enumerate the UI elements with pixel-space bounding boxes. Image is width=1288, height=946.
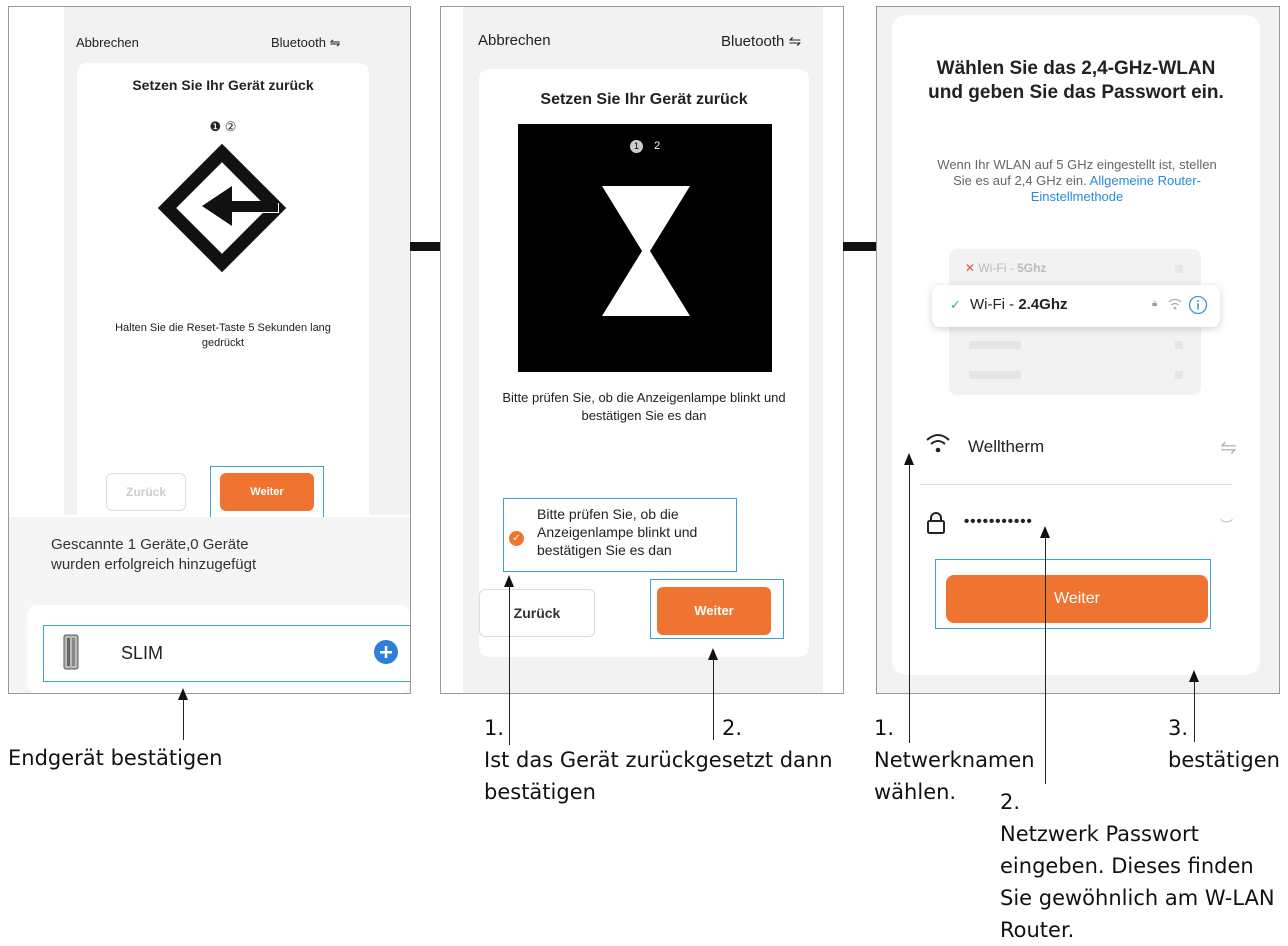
annotation-network-name: Netwerknamen wählen. <box>874 748 1035 804</box>
annotation-confirm: bestätigen <box>1168 748 1280 772</box>
annotation-num-3: 3. <box>1168 716 1189 740</box>
wifi-small-icon <box>1168 298 1182 310</box>
lock-icon <box>927 512 945 534</box>
placeholder-square <box>1175 265 1183 273</box>
screen-3: Wählen Sie das 2,4-GHz-WLAN und geben Si… <box>876 6 1280 694</box>
wifi-5ghz-band: 5Ghz <box>1017 261 1047 275</box>
lock-small-icon: 🔒︎ <box>1152 298 1158 309</box>
info-circle-icon <box>1188 295 1208 315</box>
step-next: 2 <box>654 140 661 152</box>
check-icon: ✓ <box>950 297 961 312</box>
cancel-link[interactable]: Abbrechen <box>478 32 551 49</box>
blink-animation: 1 2 <box>518 124 772 372</box>
cancel-link[interactable]: Abbrechen <box>76 35 139 50</box>
pointer-line <box>713 658 714 740</box>
step-active: 1 <box>630 140 643 153</box>
next-button-highlight <box>935 559 1211 629</box>
wifi-5ghz-prefix: Wi-Fi - <box>978 261 1018 275</box>
back-button[interactable]: Zurück <box>106 473 186 511</box>
x-icon: ✕ <box>965 261 976 275</box>
field-divider <box>920 484 1232 485</box>
placeholder-line <box>969 341 1021 349</box>
placeholder-line <box>969 371 1021 379</box>
placeholder-square <box>1175 371 1183 379</box>
step-indicator: 1 2 <box>630 140 660 153</box>
annotation-num-2: 2. <box>722 716 743 740</box>
annotation-num-1: 1. <box>484 716 505 740</box>
wifi-24ghz-label: Wi-Fi - 2.4Ghz <box>970 296 1068 313</box>
heater-device-icon <box>63 634 79 670</box>
wifi-5ghz-row: ✕ Wi-Fi - 5Ghz <box>965 261 1046 275</box>
annotation-num-2: 2. <box>1000 790 1021 814</box>
screen-1: Abbrechen Bluetooth ⇋ Setzen Sie Ihr Ger… <box>8 6 411 694</box>
placeholder-square <box>1175 341 1183 349</box>
bluetooth-toggle[interactable]: Bluetooth ⇋ <box>271 35 340 51</box>
password-field[interactable]: ••••••••••• <box>964 513 1033 530</box>
wifi-info: Wenn Ihr WLAN auf 5 GHz eingestellt ist,… <box>932 157 1222 205</box>
device-name: SLIM <box>121 643 164 663</box>
switch-network-icon[interactable]: ⇋ <box>1220 435 1237 460</box>
bluetooth-label: Bluetooth <box>721 33 785 50</box>
annotation-confirm-device: Endgerät bestätigen <box>8 746 223 770</box>
reset-instruction: Halten Sie die Reset-Taste 5 Sekunden la… <box>115 322 331 349</box>
bluetooth-toggle[interactable]: Bluetooth ⇋ <box>721 32 801 50</box>
wifi-24ghz-prefix: Wi-Fi - <box>970 296 1019 313</box>
checkbox-label: Bitte prüfen Sie, ob die Anzeigenlampe b… <box>537 506 698 558</box>
swap-arrows-icon: ⇋ <box>788 33 802 50</box>
swap-arrows-icon: ⇋ <box>329 35 341 50</box>
back-button[interactable]: Zurück <box>479 589 595 637</box>
pointer-line <box>183 698 184 740</box>
blink-instruction: Bitte prüfen Sie, ob die Anzeigenlampe b… <box>502 390 786 423</box>
screen-2: Abbrechen Bluetooth ⇋ Setzen Sie Ihr Ger… <box>440 6 844 694</box>
plus-circle-icon[interactable] <box>373 639 399 665</box>
wifi-icon <box>926 434 950 453</box>
page-title: Setzen Sie Ihr Gerät zurück <box>540 91 748 108</box>
next-button-highlight <box>210 466 324 522</box>
annotation-reset-confirm: Ist das Gerät zurückgesetzt dann bestäti… <box>484 748 833 804</box>
pointer-line <box>1045 536 1046 784</box>
device-row[interactable]: SLIM <box>45 627 405 679</box>
next-button-highlight <box>650 579 784 639</box>
page-title: Wählen Sie das 2,4-GHz-WLAN und geben Si… <box>928 58 1224 103</box>
wifi-24ghz-row: ✓ Wi-Fi - 2.4Ghz 🔒︎ <box>932 285 1220 327</box>
bluetooth-label: Bluetooth <box>271 35 326 50</box>
hourglass-icon <box>602 186 690 316</box>
eye-closed-icon[interactable]: ︶ <box>1220 515 1233 534</box>
wifi-24ghz-band: 2.4Ghz <box>1018 296 1068 313</box>
check-circle-icon[interactable]: ✓ <box>509 531 524 546</box>
reset-icon <box>157 143 287 273</box>
network-name-field[interactable]: Welltherm <box>968 437 1044 457</box>
pointer-line <box>509 585 510 745</box>
annotation-num-1: 1. <box>874 716 895 740</box>
pointer-line <box>909 463 910 743</box>
annotation-password: Netzwerk Passwort eingeben. Dieses finde… <box>1000 822 1275 942</box>
pointer-line <box>1194 680 1195 742</box>
reset-card: Setzen Sie Ihr Gerät zurück ❶ ② Halten S… <box>77 63 369 523</box>
step-indicator: ❶ ② <box>209 119 237 134</box>
scan-status: Gescannte 1 Geräte,0 Geräte wurden erfol… <box>51 536 257 573</box>
page-title: Setzen Sie Ihr Gerät zurück <box>132 77 314 93</box>
